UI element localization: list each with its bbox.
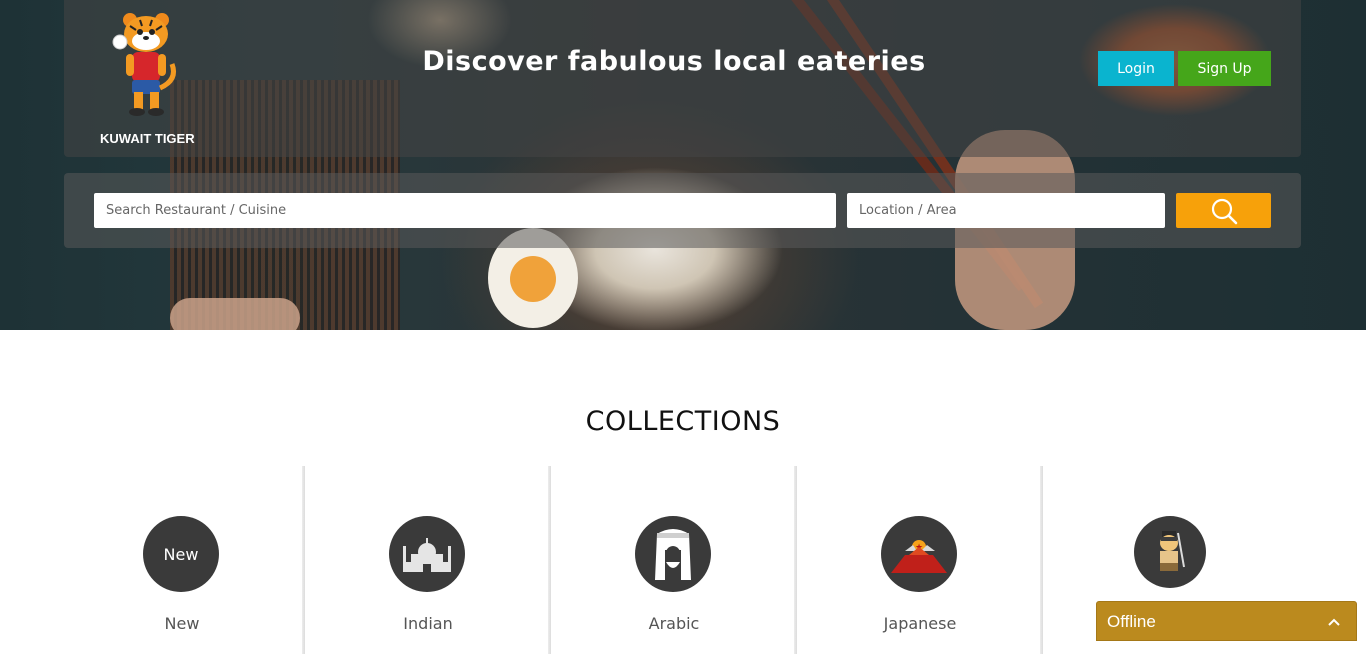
collection-label: Arabic — [648, 614, 700, 633]
new-icon: New — [143, 516, 219, 592]
mount-fuji-icon: ★ — [881, 516, 957, 592]
collections-title: COLLECTIONS — [585, 406, 781, 437]
search-button[interactable] — [1176, 193, 1271, 228]
chevron-up-icon[interactable] — [1326, 614, 1342, 630]
search-bar — [64, 173, 1301, 248]
location-input[interactable] — [847, 193, 1165, 228]
collection-card-indian[interactable]: Indian — [305, 466, 551, 654]
collection-label: New — [164, 614, 200, 633]
taj-mahal-icon — [389, 516, 465, 592]
new-badge-text: New — [163, 544, 199, 564]
hand-image — [170, 298, 300, 330]
signup-button[interactable]: Sign Up — [1178, 51, 1271, 86]
offline-chat-widget[interactable]: Offline — [1096, 601, 1357, 641]
brand-name: KUWAIT TIGER — [100, 131, 195, 146]
tiger-mascot-icon — [112, 13, 176, 116]
samurai-icon — [1134, 516, 1206, 588]
collection-card-arabic[interactable]: Arabic — [551, 466, 797, 654]
collection-card-new[interactable]: New New — [59, 466, 305, 654]
login-button[interactable]: Login — [1098, 51, 1174, 86]
restaurant-search-input[interactable] — [94, 193, 836, 228]
header-bar: KUWAIT TIGER Discover fabulous local eat… — [64, 0, 1301, 157]
search-icon — [1211, 198, 1237, 224]
hero-banner: KUWAIT TIGER Discover fabulous local eat… — [0, 0, 1366, 330]
arab-man-icon — [635, 516, 711, 592]
collection-label: Japanese — [883, 614, 957, 633]
chat-status-label: Offline — [1107, 612, 1156, 631]
page-headline: Discover fabulous local eateries — [422, 46, 926, 77]
collection-card-japanese[interactable]: ★ Japanese — [797, 466, 1043, 654]
collection-label: Indian — [403, 614, 453, 633]
kuwait-tiger-logo[interactable]: KUWAIT TIGER — [100, 8, 200, 146]
